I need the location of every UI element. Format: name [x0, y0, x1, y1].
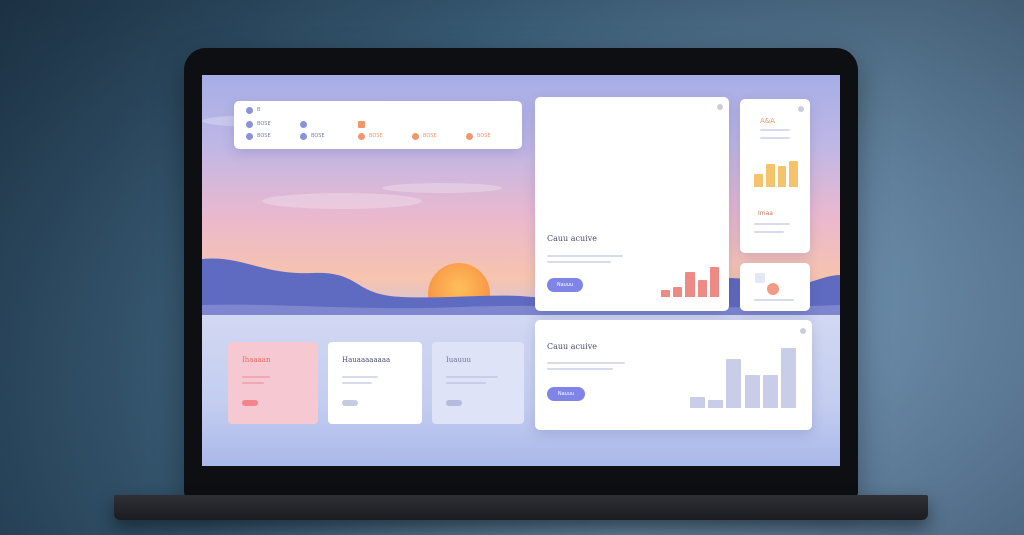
laptop-screen: B BOSE BOSE BOSE BOSE BOSE BOSE Cauu acu…: [202, 75, 840, 466]
circle-icon: [412, 133, 419, 140]
mini-card-toggle[interactable]: [342, 400, 358, 406]
stats-card: A&A Imaa: [740, 99, 810, 253]
chart-bar: [709, 267, 719, 297]
text-line: [760, 137, 790, 139]
chart-bar: [789, 161, 798, 187]
nav-item-2[interactable]: BOSE: [246, 133, 271, 140]
chart-bar: [690, 397, 706, 408]
text-line: [547, 362, 625, 364]
chart-bar: [780, 348, 796, 408]
mini-card-title: Hauaaaaaaaa: [342, 356, 391, 364]
nav-item-1[interactable]: BOSE: [246, 121, 271, 128]
circle-icon: [466, 133, 473, 140]
chart-bar: [697, 279, 707, 297]
circle-icon: [358, 133, 365, 140]
nav-label: BOSE: [477, 133, 491, 139]
card-action-button[interactable]: Nauuu: [547, 387, 585, 401]
nav-item-4[interactable]: BOSE: [300, 133, 325, 140]
wide-bar-chart: [690, 348, 796, 408]
text-line: [342, 382, 372, 384]
image-icon: [755, 273, 765, 283]
cloud: [262, 193, 422, 209]
chart-bar: [685, 272, 695, 297]
text-line: [547, 261, 611, 263]
text-line: [754, 223, 790, 225]
laptop-base: [114, 495, 928, 520]
brand-icon: [246, 107, 253, 114]
card-bar-chart: [661, 267, 719, 297]
chart-bar: [726, 358, 742, 408]
chart-bar: [661, 289, 671, 297]
text-line: [242, 376, 270, 378]
brand[interactable]: B: [246, 107, 260, 114]
chart-bar: [762, 375, 778, 408]
circle-icon: [300, 121, 307, 128]
nav-label: BOSE: [423, 133, 437, 139]
nav-item-8[interactable]: BOSE: [466, 133, 491, 140]
mini-card-title: Ihaaaan: [242, 356, 271, 364]
nav-label: BOSE: [257, 133, 271, 139]
text-line: [342, 376, 378, 378]
card-title: Cauu acuive: [547, 234, 597, 243]
text-line: [446, 376, 498, 378]
mini-card-toggle[interactable]: [242, 400, 258, 406]
nav-item-3[interactable]: [300, 121, 307, 128]
mini-card-2: Hauaaaaaaaa: [328, 342, 422, 424]
mini-card-3: Iuauuu: [432, 342, 524, 424]
circle-icon: [300, 133, 307, 140]
stats-bar-chart: [754, 161, 798, 187]
menu-icon: [246, 121, 253, 128]
nav-card: B BOSE BOSE BOSE BOSE BOSE BOSE: [234, 101, 522, 149]
brand-label: B: [257, 107, 261, 113]
mini-card-toggle[interactable]: [446, 400, 462, 406]
chart-bar: [754, 174, 763, 187]
close-icon[interactable]: [800, 328, 806, 334]
chart-bar: [777, 166, 787, 187]
card-action-button[interactable]: Nauuu: [547, 278, 583, 292]
text-line: [446, 382, 486, 384]
chart-bar: [708, 399, 724, 408]
nav-item-6[interactable]: BOSE: [358, 133, 383, 140]
nav-item-7[interactable]: BOSE: [412, 133, 437, 140]
nav-label: BOSE: [369, 133, 383, 139]
card-title: Cauu acuive: [547, 342, 597, 351]
gear-icon: [767, 283, 779, 295]
text-line: [242, 382, 264, 384]
nav-item-5[interactable]: [358, 121, 365, 128]
cloud: [382, 183, 502, 193]
stats-title: A&A: [760, 117, 776, 125]
text-line: [754, 231, 784, 233]
nav-label: BOSE: [257, 121, 271, 127]
nav-label: BOSE: [311, 133, 325, 139]
active-card-wide: Cauu acuive Nauuu: [535, 320, 812, 430]
chart-bar: [744, 375, 760, 408]
chart-bar: [765, 163, 775, 187]
stats-subtitle: Imaa: [758, 210, 773, 217]
circle-icon: [246, 133, 253, 140]
active-card: Cauu acuive Nauuu: [535, 97, 729, 311]
mini-card-title: Iuauuu: [446, 356, 471, 364]
chart-bar: [673, 287, 683, 297]
text-line: [760, 129, 790, 131]
mini-card-1: Ihaaaan: [228, 342, 318, 424]
text-line: [547, 368, 613, 370]
close-icon[interactable]: [798, 106, 804, 112]
close-icon[interactable]: [717, 104, 723, 110]
text-line: [754, 299, 794, 301]
square-icon: [358, 121, 365, 128]
text-line: [547, 255, 623, 257]
widget-card: [740, 263, 810, 311]
